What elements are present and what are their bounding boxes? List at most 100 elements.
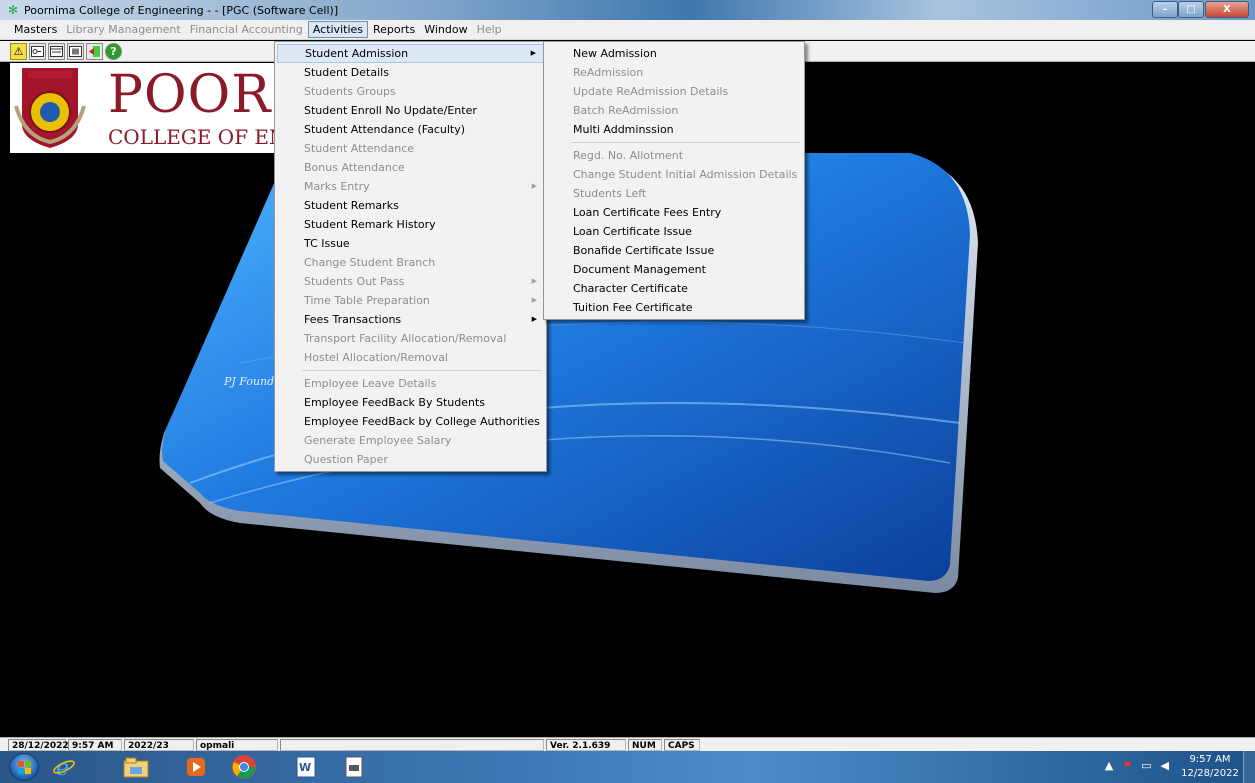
calculator-icon[interactable] [67, 42, 84, 60]
menu-item-label: Student Attendance [304, 142, 415, 155]
menu-item-label: TC Issue [304, 237, 350, 250]
submenu-item-update-readmission-details[interactable]: Update ReAdmission Details [546, 82, 802, 101]
title-bar[interactable]: ✻ Poornima College of Engineering - - [P… [0, 0, 1255, 20]
menu-item-label: Change Student Initial Admission Details [573, 168, 798, 181]
submenu-arrow-icon: ▶ [531, 277, 537, 285]
menu-item-time-table-preparation[interactable]: Time Table Preparation ▶ [277, 291, 544, 310]
start-button[interactable] [9, 753, 39, 781]
menu-item-label: Bonafide Certificate Issue [573, 244, 715, 257]
chrome-icon[interactable] [224, 753, 264, 781]
status-session: 2022/23 [124, 739, 194, 751]
submenu-item-batch-readmission[interactable]: Batch ReAdmission [546, 101, 802, 120]
exit-icon[interactable] [86, 42, 103, 60]
submenu-item-multi-addminssion[interactable]: Multi Addminssion [546, 120, 802, 139]
submenu-item-readmission[interactable]: ReAdmission [546, 63, 802, 82]
menu-item-fees-transactions[interactable]: Fees Transactions ▶ [277, 310, 544, 329]
submenu-item-loan-certificate-fees-entry[interactable]: Loan Certificate Fees Entry [546, 203, 802, 222]
media-player-icon[interactable] [176, 753, 216, 781]
menu-item-label: Student Enroll No Update/Enter [304, 104, 477, 117]
menu-masters[interactable]: Masters [10, 22, 61, 37]
menu-item-student-attendance[interactable]: Student Attendance [277, 139, 544, 158]
show-desktop-button[interactable] [1243, 751, 1255, 783]
menu-help[interactable]: Help [473, 22, 506, 37]
menu-item-employee-feedback-by-college-authorities[interactable]: Employee FeedBack by College Authorities [277, 412, 544, 431]
menu-item-label: Students Left [573, 187, 647, 200]
submenu-item-character-certificate[interactable]: Character Certificate [546, 279, 802, 298]
clock-time: 9:57 AM [1189, 754, 1231, 765]
clock[interactable]: 9:57 AM 12/28/2022 [1179, 753, 1241, 781]
close-button[interactable]: X [1205, 1, 1249, 18]
menu-item-tc-issue[interactable]: TC Issue [277, 234, 544, 253]
ie-icon[interactable]: e [44, 753, 84, 781]
menu-item-question-paper[interactable]: Question Paper [277, 450, 544, 469]
activities-menu: Student Admission ▶ Student Details Student… [274, 41, 547, 472]
menu-item-bonus-attendance[interactable]: Bonus Attendance [277, 158, 544, 177]
menu-item-student-attendance-faculty[interactable]: Student Attendance (Faculty) [277, 120, 544, 139]
menu-item-label: Employee Leave Details [304, 377, 437, 390]
app-logo-icon: ✻ [7, 3, 19, 17]
menu-item-label: Transport Facility Allocation/Removal [304, 332, 507, 345]
menu-item-label: ReAdmission [573, 66, 644, 79]
menu-library-management[interactable]: Library Management [62, 22, 184, 37]
show-hidden-icon[interactable]: ▲ [1105, 759, 1113, 772]
submenu-item-new-admission[interactable]: New Admission [546, 44, 802, 63]
menu-window[interactable]: Window [420, 22, 471, 37]
menu-item-students-groups[interactable]: Students Groups [277, 82, 544, 101]
submenu-item-loan-certificate-issue[interactable]: Loan Certificate Issue [546, 222, 802, 241]
minimize-button[interactable]: – [1152, 1, 1178, 18]
explorer-icon[interactable] [116, 753, 156, 781]
menu-item-student-details[interactable]: Student Details [277, 63, 544, 82]
help-icon[interactable]: ? [105, 42, 122, 60]
menu-reports[interactable]: Reports [369, 22, 419, 37]
menu-item-label: Student Remarks [304, 199, 399, 212]
clock-date: 12/28/2022 [1181, 768, 1239, 779]
submenu-item-students-left[interactable]: Students Left [546, 184, 802, 203]
window-controls: – □ X [1152, 1, 1249, 18]
network-icon[interactable]: ▭ [1141, 759, 1151, 772]
status-version: Ver. 2.1.639 [546, 739, 626, 751]
action-center-icon[interactable]: ⚑ [1122, 759, 1132, 772]
menu-item-label: Hostel Allocation/Removal [304, 351, 448, 364]
menu-item-label: Employee FeedBack by College Authorities [304, 415, 540, 428]
menu-item-student-remarks[interactable]: Student Remarks [277, 196, 544, 215]
menu-item-generate-employee-salary[interactable]: Generate Employee Salary [277, 431, 544, 450]
volume-icon[interactable]: ◀ [1161, 759, 1169, 772]
menu-item-student-remark-history[interactable]: Student Remark History [277, 215, 544, 234]
menu-item-change-student-branch[interactable]: Change Student Branch [277, 253, 544, 272]
status-bar: 28/12/2022 9:57 AM 2022/23 opmali Ver. 2… [0, 737, 1255, 751]
status-num: NUM [628, 739, 662, 751]
submenu-arrow-icon: ▶ [530, 49, 536, 57]
menu-item-student-admission[interactable]: Student Admission ▶ [277, 44, 544, 63]
menu-item-label: Document Management [573, 263, 706, 276]
key-icon[interactable] [29, 42, 46, 60]
svg-text:W: W [299, 761, 311, 774]
menu-item-employee-leave-details[interactable]: Employee Leave Details [277, 374, 544, 393]
menu-item-student-enroll-no-update-enter[interactable]: Student Enroll No Update/Enter [277, 101, 544, 120]
menu-item-students-out-pass[interactable]: Students Out Pass ▶ [277, 272, 544, 291]
submenu-item-bonafide-certificate-issue[interactable]: Bonafide Certificate Issue [546, 241, 802, 260]
menu-activities[interactable]: Activities [307, 21, 368, 38]
menu-item-employee-feedback-by-students[interactable]: Employee FeedBack By Students [277, 393, 544, 412]
submenu-item-change-student-initial-admission-details[interactable]: Change Student Initial Admission Details [546, 165, 802, 184]
submenu-item-document-management[interactable]: Document Management [546, 260, 802, 279]
app-icon[interactable] [334, 753, 374, 781]
window-icon[interactable] [48, 42, 65, 60]
menu-item-label: Students Out Pass [304, 275, 405, 288]
status-message [280, 739, 544, 751]
menu-item-label: Tuition Fee Certificate [573, 301, 693, 314]
submenu-item-regd-no-allotment[interactable]: Regd. No. Allotment [546, 146, 802, 165]
background-caption: PJ Found [224, 375, 275, 388]
window-title: Poornima College of Engineering - - [PGC… [24, 3, 339, 17]
word-icon[interactable]: W [286, 753, 326, 781]
menu-item-transport-facility-allocation-removal[interactable]: Transport Facility Allocation/Removal [277, 329, 544, 348]
menu-item-label: Fees Transactions [304, 313, 402, 326]
menu-item-marks-entry[interactable]: Marks Entry ▶ [277, 177, 544, 196]
warning-icon[interactable]: ⚠ [10, 42, 27, 60]
menu-financial-accounting[interactable]: Financial Accounting [186, 22, 307, 37]
menu-item-hostel-allocation-removal[interactable]: Hostel Allocation/Removal [277, 348, 544, 367]
svg-text:e: e [56, 756, 69, 779]
menu-separator [571, 142, 800, 143]
submenu-item-tuition-fee-certificate[interactable]: Tuition Fee Certificate [546, 298, 802, 317]
maximize-button[interactable]: □ [1178, 1, 1204, 18]
menu-item-label: Student Details [304, 66, 389, 79]
